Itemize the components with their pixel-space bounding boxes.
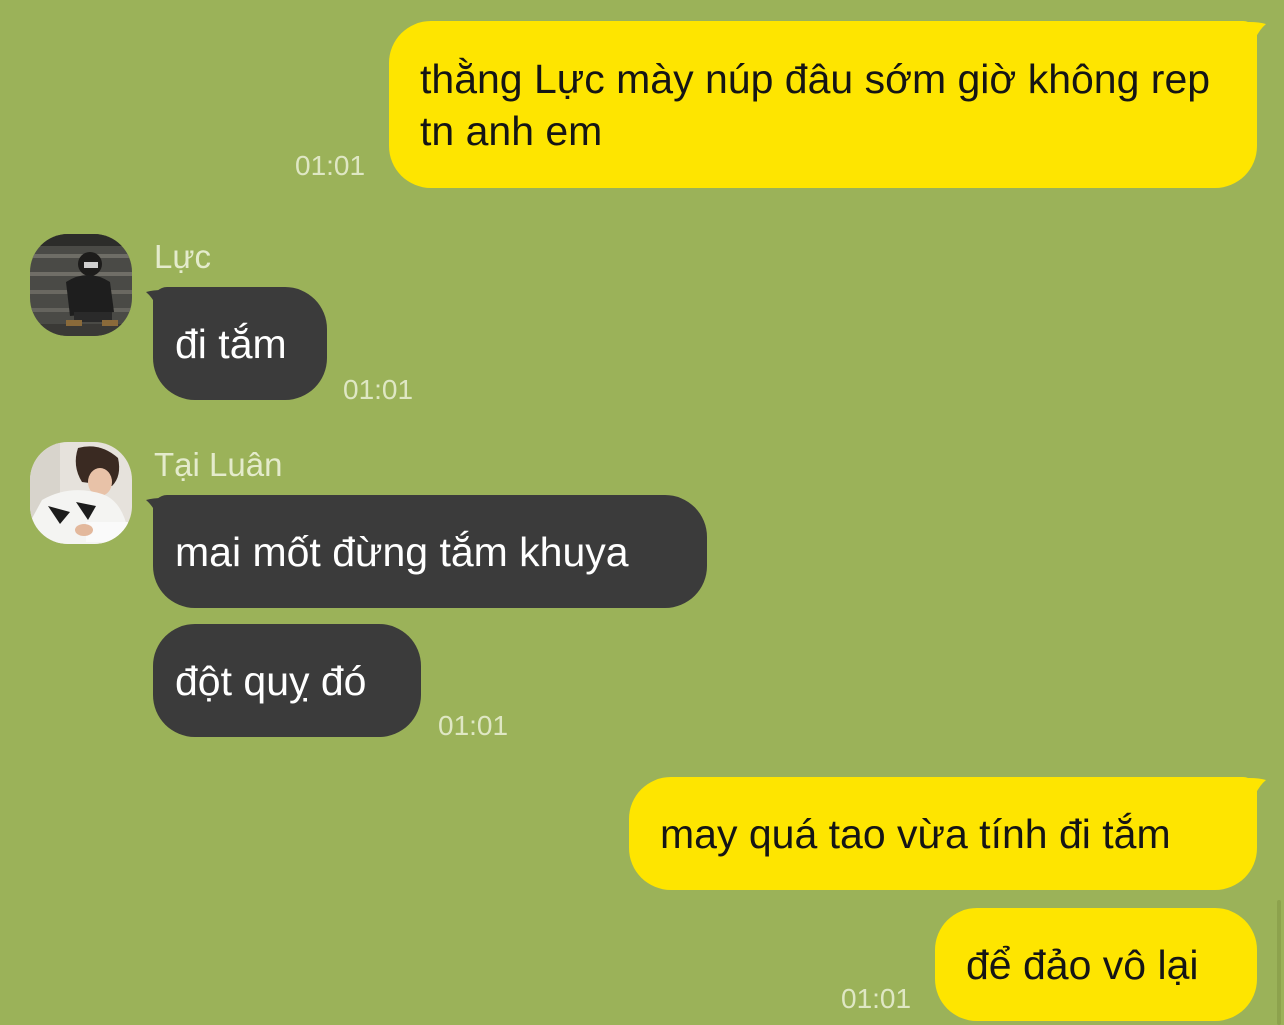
message-text: mai mốt đừng tắm khuya [175,528,629,575]
message-bubble-outgoing[interactable]: để đảo vô lại [935,908,1257,1021]
message-timestamp: 01:01 [295,150,366,181]
message-timestamp: 01:01 [438,710,509,741]
message-timestamp: 01:01 [841,983,912,1014]
person-crouching-avatar[interactable] [30,234,132,336]
message-text: đột quỵ đó [175,657,367,704]
message-bubble-incoming[interactable]: đi tắm [153,287,327,400]
message-text: may quá tao vừa tính đi tắm [660,810,1171,857]
sender-name: Lực [154,238,211,275]
message-text: đi tắm [175,320,287,367]
message-text: thằng Lực mày núp đâu sớm giờ không rep … [420,55,1211,154]
message-bubble-incoming[interactable]: đột quỵ đó [153,624,421,737]
message-bubble-incoming[interactable]: mai mốt đừng tắm khuya [153,495,707,608]
chat-scrollbar[interactable] [1277,900,1281,1025]
sender-name: Tại Luân [154,446,283,483]
message-bubble-outgoing[interactable]: may quá tao vừa tính đi tắm [629,777,1257,890]
person-writing-avatar[interactable] [30,442,132,544]
message-bubble-outgoing[interactable]: thằng Lực mày núp đâu sớm giờ không rep … [389,21,1257,188]
message-text: để đảo vô lại [966,941,1199,988]
message-timestamp: 01:01 [343,374,414,405]
